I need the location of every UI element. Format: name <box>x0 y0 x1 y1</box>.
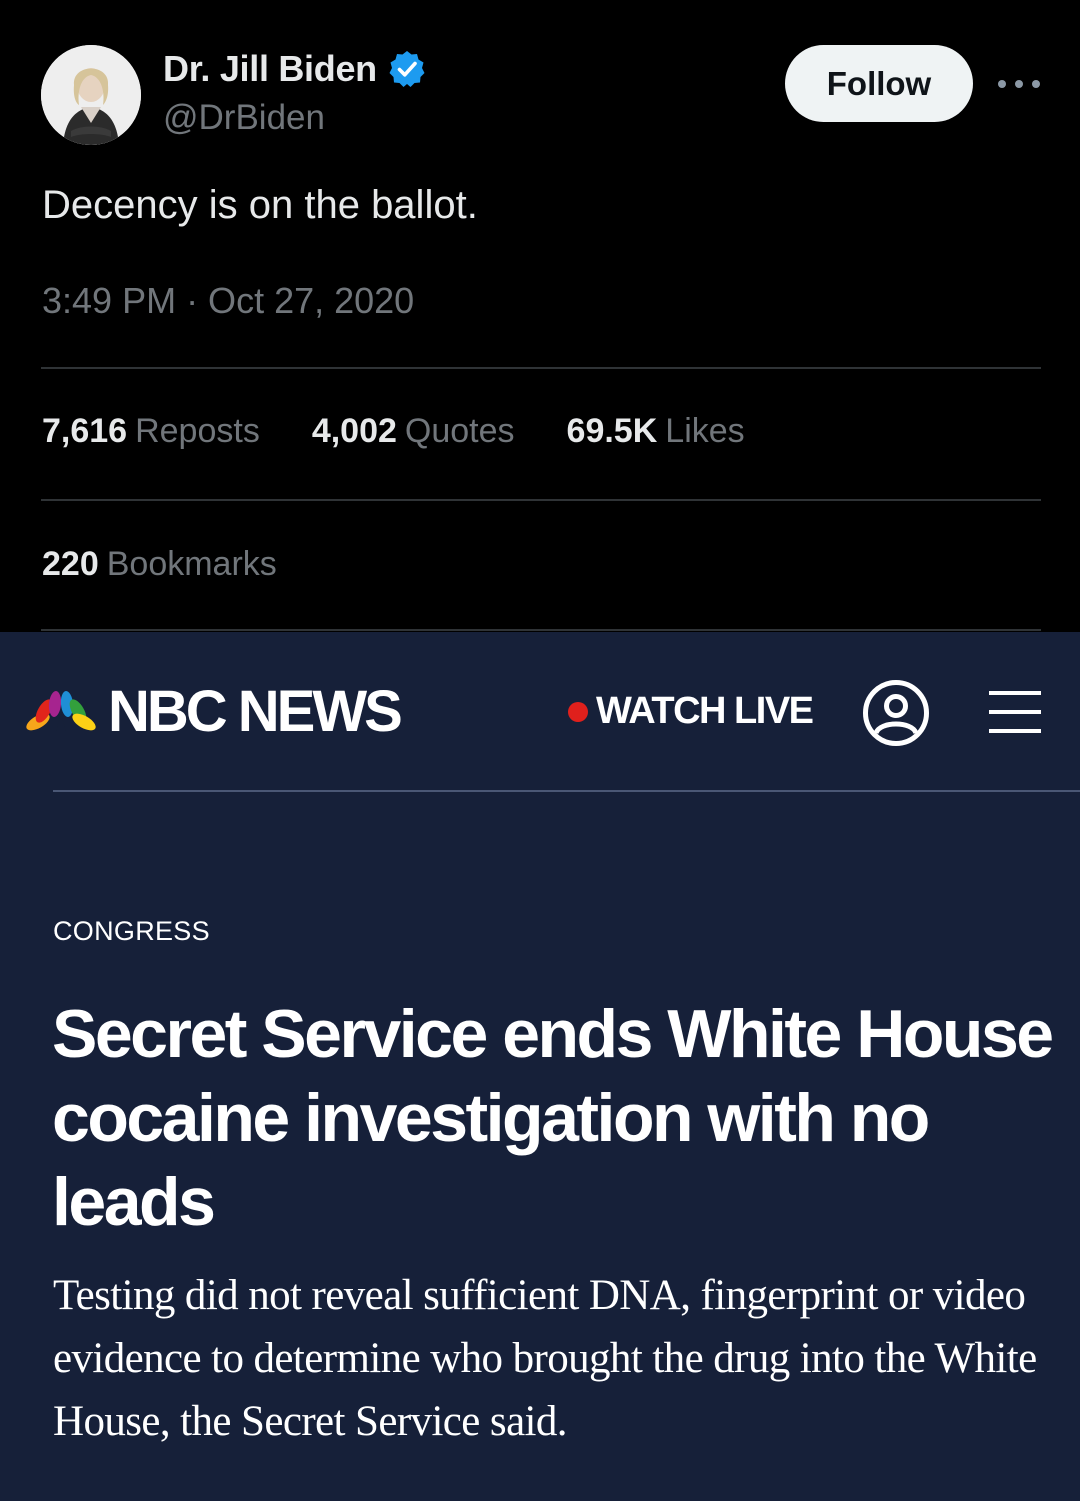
divider <box>41 499 1041 501</box>
account-icon[interactable] <box>862 679 930 747</box>
section-label[interactable]: CONGRESS <box>53 916 210 947</box>
tweet-card: Dr. Jill Biden @DrBiden Follow Decency i… <box>0 0 1080 632</box>
likes-count: 69.5K <box>566 412 658 450</box>
author-avatar[interactable] <box>41 45 141 145</box>
nbc-news-wordmark[interactable]: NBC NEWS <box>108 678 403 745</box>
header-divider <box>53 790 1080 792</box>
reposts-stat[interactable]: 7,616 Reposts <box>42 412 260 451</box>
divider <box>41 629 1041 631</box>
reposts-count: 7,616 <box>42 412 128 450</box>
engagement-stats: 7,616 Reposts 4,002 Quotes 69.5K Likes <box>42 412 797 451</box>
quotes-count: 4,002 <box>311 412 397 450</box>
bookmarks-label: Bookmarks <box>106 545 277 583</box>
quotes-stat[interactable]: 4,002 Quotes <box>312 412 515 451</box>
watch-live-label: WATCH LIVE <box>596 690 814 732</box>
tweet-timestamp[interactable]: 3:49 PM · Oct 27, 2020 <box>42 280 414 322</box>
bookmarks-count: 220 <box>42 545 99 583</box>
likes-label: Likes <box>665 412 745 450</box>
article-headline: Secret Service ends White House cocaine … <box>52 996 1054 1240</box>
author-name-row: Dr. Jill Biden <box>163 47 427 91</box>
live-dot-icon <box>568 701 588 722</box>
bookmarks-stat[interactable]: 220 Bookmarks <box>42 545 277 584</box>
watch-live-link[interactable]: WATCH LIVE <box>568 690 814 733</box>
divider <box>41 367 1041 369</box>
author-name[interactable]: Dr. Jill Biden <box>163 48 377 90</box>
verified-badge-icon <box>387 49 427 89</box>
reposts-label: Reposts <box>135 412 260 450</box>
likes-stat[interactable]: 69.5K Likes <box>567 412 745 451</box>
nbc-article: NBC NEWS WATCH LIVE CONGRESS Secret Serv… <box>0 632 1080 1501</box>
hamburger-menu-icon[interactable] <box>989 689 1041 735</box>
avatar-photo-icon <box>41 45 141 145</box>
follow-button[interactable]: Follow <box>785 45 973 122</box>
quotes-label: Quotes <box>404 412 515 450</box>
nbc-peacock-logo-icon[interactable] <box>25 689 97 733</box>
more-options-icon[interactable] <box>998 64 1040 104</box>
tweet-text: Decency is on the ballot. <box>42 183 478 227</box>
author-handle[interactable]: @DrBiden <box>163 98 325 138</box>
article-dek: Testing did not reveal sufficient DNA, f… <box>53 1272 1037 1445</box>
